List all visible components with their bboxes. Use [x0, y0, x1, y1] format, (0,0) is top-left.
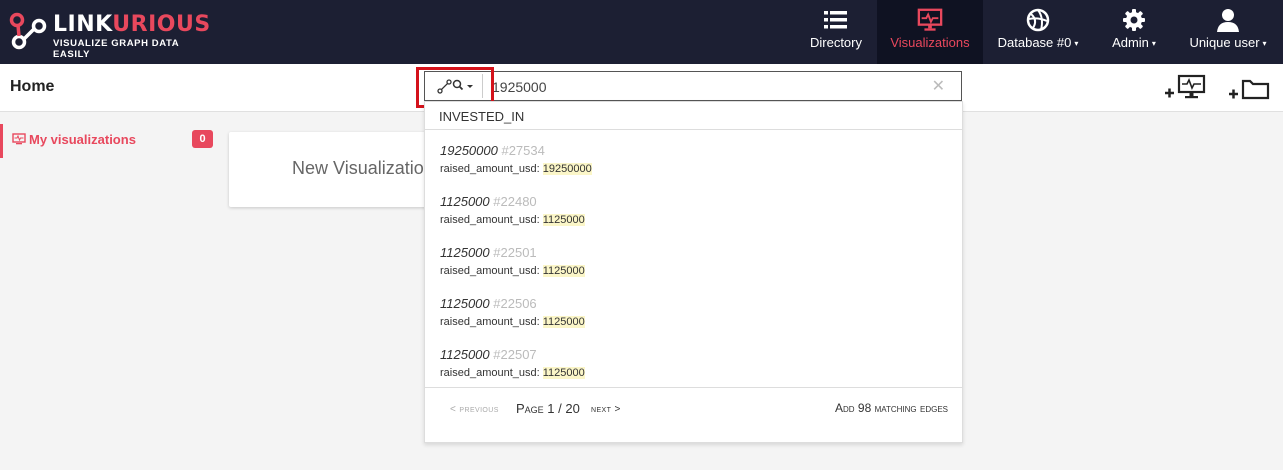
logo[interactable]: LINKURIOUS VISUALIZE GRAPH DATA EASILY — [8, 10, 211, 60]
pagination-bar: < previous Page 1 / 20 next > Add 98 mat… — [425, 387, 962, 443]
clear-search-icon[interactable]: ✕ — [932, 76, 945, 96]
result-id: #22506 — [493, 296, 537, 311]
edge-type-label: INVESTED_IN — [439, 109, 525, 124]
top-navbar: LINKURIOUS VISUALIZE GRAPH DATA EASILY D… — [0, 0, 1283, 64]
monitor-pulse-icon — [12, 133, 26, 145]
edge-type-filter[interactable]: INVESTED_IN — [425, 102, 962, 130]
monitor-pulse-icon — [917, 8, 943, 31]
add-folder-icon[interactable] — [1228, 74, 1272, 104]
property-name: raised_amount_usd: — [440, 214, 540, 226]
sidebar-item-my-visualizations[interactable]: My visualizations 0 — [0, 124, 220, 158]
result-title: 1125000 #22501 — [440, 245, 537, 260]
search-result-item[interactable]: 1125000 #22506 raised_amount_usd: 112500… — [425, 296, 962, 346]
add-visualization-icon[interactable] — [1164, 74, 1208, 104]
nav-visualizations-label: Visualizations — [890, 35, 970, 50]
gear-icon — [1123, 9, 1145, 31]
result-title: 1125000 #22480 — [440, 194, 537, 209]
result-title: 19250000 #27534 — [440, 143, 545, 158]
property-name: raised_amount_usd: — [440, 163, 540, 175]
property-value: 1125000 — [542, 367, 585, 379]
nav-directory-label: Directory — [809, 35, 862, 50]
result-id: #22480 — [493, 194, 537, 209]
database-label-text: Database #0 — [997, 35, 1072, 50]
nav-directory[interactable]: Directory — [797, 0, 875, 64]
search-result-item[interactable]: 1125000 #22501 raised_amount_usd: 112500… — [425, 245, 962, 295]
property-name: raised_amount_usd: — [440, 265, 540, 277]
result-id: #22501 — [493, 245, 537, 260]
previous-page-button[interactable]: < previous — [450, 404, 499, 415]
brand-tagline: VISUALIZE GRAPH DATA EASILY — [53, 38, 179, 60]
brand-name-part2: URIOUS — [112, 12, 211, 37]
new-visualization-label: New Visualization — [292, 158, 434, 178]
user-icon — [1217, 9, 1239, 32]
search-result-item[interactable]: 19250000 #27534 raised_amount_usd: 19250… — [425, 143, 962, 193]
nav-database-dropdown[interactable]: Database #0 ▾ — [990, 0, 1086, 64]
admin-label-text: Admin — [1112, 35, 1149, 50]
caret-down-icon: ▾ — [1074, 39, 1079, 49]
brand-name-part1: LINK — [53, 12, 113, 37]
search-result-item[interactable]: 1125000 #22480 raised_amount_usd: 112500… — [425, 194, 962, 244]
search-results-dropdown: INVESTED_IN 19250000 #27534 raised_amoun… — [424, 101, 963, 443]
result-property: raised_amount_usd: 19250000 — [440, 163, 592, 175]
result-id: #22507 — [493, 347, 537, 362]
nav-user-label: Unique user ▾ — [1180, 35, 1276, 50]
page-indicator: Page 1 / 20 — [516, 401, 580, 416]
nav-user-dropdown[interactable]: Unique user ▾ — [1180, 0, 1276, 64]
result-value: 1125000 — [440, 245, 490, 260]
result-property: raised_amount_usd: 1125000 — [440, 214, 585, 226]
list-icon — [824, 11, 847, 29]
result-value: 1125000 — [440, 194, 490, 209]
result-value: 19250000 — [440, 143, 498, 158]
database-globe-icon — [1026, 8, 1050, 32]
property-value: 1125000 — [542, 265, 585, 277]
property-value: 1125000 — [542, 214, 585, 226]
result-title: 1125000 #22506 — [440, 296, 537, 311]
active-indicator — [0, 124, 3, 158]
next-page-button[interactable]: next > — [591, 404, 621, 415]
search-input[interactable] — [492, 76, 922, 98]
user-label-text: Unique user — [1189, 35, 1260, 50]
caret-down-icon: ▾ — [1262, 39, 1267, 49]
result-id: #27534 — [501, 143, 545, 158]
search-bar: ✕ — [424, 71, 962, 101]
property-value: 19250000 — [542, 163, 592, 175]
property-name: raised_amount_usd: — [440, 316, 540, 328]
result-title: 1125000 #22507 — [440, 347, 537, 362]
page-title: Home — [10, 78, 55, 95]
result-property: raised_amount_usd: 1125000 — [440, 265, 585, 277]
count-badge: 0 — [192, 130, 213, 148]
nav-admin-label: Admin ▾ — [1098, 35, 1170, 50]
property-value: 1125000 — [542, 316, 585, 328]
nav-visualizations[interactable]: Visualizations — [877, 0, 983, 64]
property-name: raised_amount_usd: — [440, 367, 540, 379]
sidebar-item-label: My visualizations — [29, 132, 136, 147]
add-matching-edges-button[interactable]: Add 98 matching edges — [835, 401, 948, 415]
graph-logo-icon — [9, 12, 47, 50]
caret-down-icon: ▾ — [1151, 39, 1156, 49]
result-property: raised_amount_usd: 1125000 — [440, 316, 585, 328]
result-value: 1125000 — [440, 347, 490, 362]
nav-database-label: Database #0 ▾ — [990, 35, 1086, 50]
result-property: raised_amount_usd: 1125000 — [440, 367, 585, 379]
brand-name: LINKURIOUS — [53, 12, 211, 37]
nav-admin-dropdown[interactable]: Admin ▾ — [1098, 0, 1170, 64]
result-value: 1125000 — [440, 296, 490, 311]
new-visualization-card[interactable]: New Visualization — [229, 132, 449, 207]
